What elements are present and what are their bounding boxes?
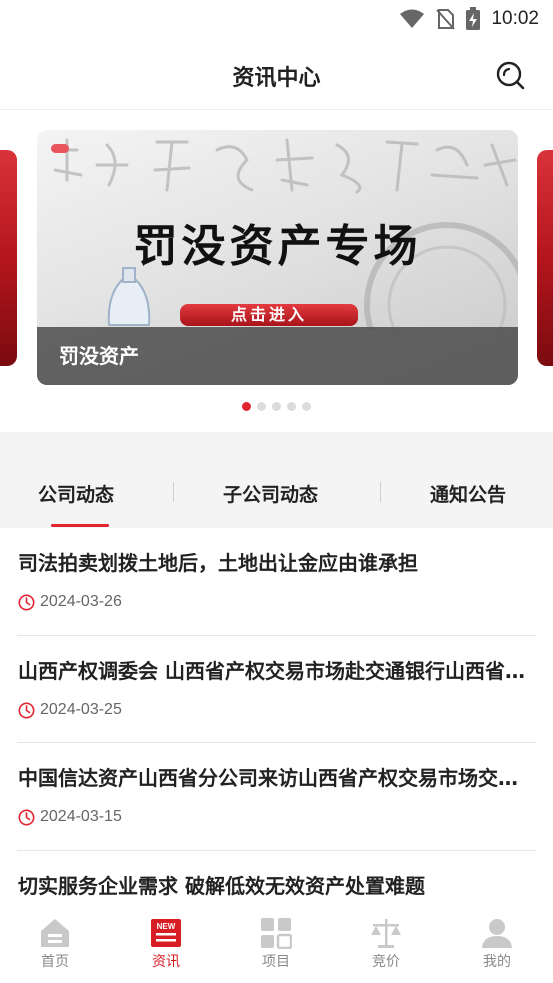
tabbar-bidding[interactable]: 竞价	[346, 917, 426, 971]
pill-badge	[51, 144, 69, 153]
news-item[interactable]: 司法拍卖划拨土地后，土地出让金应由谁承担 2024-03-26	[17, 528, 536, 636]
tab-divider	[380, 482, 381, 502]
status-time: 10:02	[491, 8, 539, 29]
tabbar-news[interactable]: NEW 资讯	[126, 917, 206, 971]
next-slide[interactable]	[537, 150, 553, 366]
tabbar-label: 项目	[262, 954, 290, 970]
news-title: 山西产权调委会 山西省产权交易市场赴交通银行山西省分行	[18, 658, 534, 683]
search-icon[interactable]	[495, 60, 525, 90]
no-sim-icon	[436, 9, 456, 30]
banner-slide[interactable]: 罚没资产专场 点击进入 罚没资产	[37, 130, 518, 385]
news-icon: NEW	[151, 919, 181, 947]
news-date: 2024-03-25	[40, 700, 122, 718]
grid-icon	[261, 918, 292, 949]
tabbar-label: 竞价	[372, 954, 400, 970]
tabbar-label: 首页	[41, 954, 69, 970]
clock-icon	[18, 702, 35, 718]
tabbar-profile[interactable]: 我的	[457, 917, 537, 971]
active-tab-indicator	[51, 524, 109, 527]
bottom-tab-bar: 首页 NEW 资讯 项目 竞价 我的	[0, 905, 553, 983]
tab-subsidiary-news[interactable]: 子公司动态	[223, 480, 318, 507]
news-date: 2024-03-15	[40, 808, 122, 825]
carousel-dot[interactable]	[242, 402, 251, 411]
news-title: 切实服务企业需求 破解低效无效资产处置难题	[18, 873, 425, 898]
category-tabs: 公司动态 子公司动态 通知公告	[0, 452, 553, 528]
carousel-dot[interactable]	[287, 402, 296, 411]
tabbar-label: 我的	[483, 954, 511, 970]
enter-button[interactable]: 点击进入	[180, 304, 358, 326]
user-icon	[482, 919, 512, 948]
news-item[interactable]: 中国信达资产山西省分公司来访山西省产权交易市场交流座谈 2024-03-15	[17, 743, 536, 851]
previous-slide[interactable]	[0, 150, 17, 366]
svg-text:NEW: NEW	[157, 922, 176, 931]
news-item[interactable]: 山西产权调委会 山西省产权交易市场赴交通银行山西省分行 2024-03-25	[17, 636, 536, 743]
banner-headline: 罚没资产专场	[133, 221, 422, 272]
section-separator	[0, 432, 553, 452]
clock-icon	[18, 594, 35, 611]
news-list: 司法拍卖划拨土地后，土地出让金应由谁承担 2024-03-26 山西产权调委会 …	[0, 528, 553, 958]
banner-caption: 罚没资产	[59, 344, 139, 368]
carousel-dot[interactable]	[302, 402, 311, 411]
tab-company-news[interactable]: 公司动态	[38, 480, 114, 507]
news-date: 2024-03-26	[40, 593, 122, 610]
wifi-icon	[400, 9, 425, 28]
carousel-dot[interactable]	[257, 402, 266, 411]
battery-charging-icon	[466, 7, 481, 30]
page-title: 资讯中心	[232, 66, 321, 91]
status-bar: 10:02	[0, 0, 553, 38]
news-title: 中国信达资产山西省分公司来访山西省产权交易市场交流座谈	[18, 766, 534, 790]
tab-divider	[173, 482, 174, 502]
carousel-indicator	[0, 402, 553, 411]
news-title: 司法拍卖划拨土地后，土地出让金应由谁承担	[18, 551, 418, 575]
tab-notices[interactable]: 通知公告	[430, 480, 506, 507]
app-header: 资讯中心	[0, 38, 553, 110]
tabbar-projects[interactable]: 项目	[236, 917, 316, 971]
clock-icon	[18, 809, 35, 826]
tabbar-home[interactable]: 首页	[15, 917, 95, 971]
scale-icon	[371, 919, 401, 948]
tabbar-label: 资讯	[152, 954, 180, 970]
carousel-dot[interactable]	[272, 402, 281, 411]
banner-carousel[interactable]: 罚没资产专场 点击进入 罚没资产	[0, 112, 553, 432]
home-icon	[41, 919, 69, 947]
